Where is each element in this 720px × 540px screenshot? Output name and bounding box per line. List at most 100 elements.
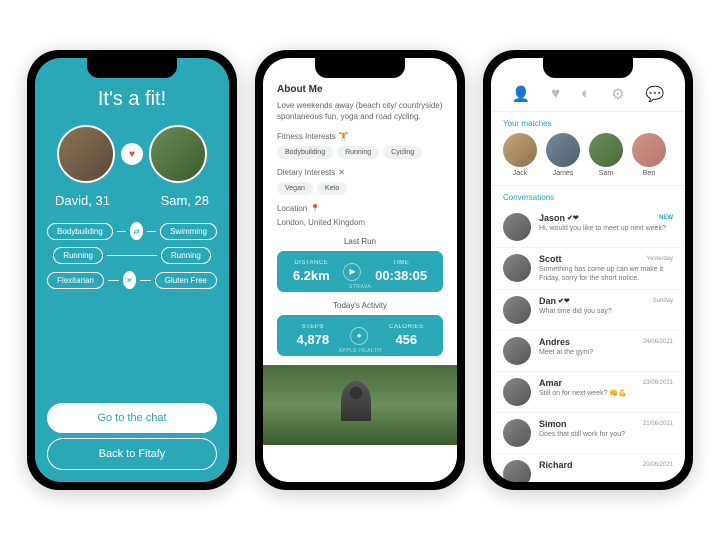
conversation-item[interactable]: Andres24/06/2021Meet at the gym? [491,331,685,372]
conversation-name: Amar [539,378,562,388]
pin-icon: 📍 [310,204,320,213]
location-heading: Location📍 [277,204,443,213]
conversation-preview: Meet at the gym? [539,348,673,357]
match-item[interactable]: Jack [503,133,537,177]
conversation-time: 23/06/2021 [643,380,673,386]
location-text: London, United Kingdom [277,218,443,227]
chip: Running [337,146,379,159]
source-label: STRAVA [349,284,371,290]
avatar-user2[interactable] [149,125,207,183]
today-card: STEPS4,878 ● CALORIES456 APPLE HEALTH [277,315,443,356]
nav-bar: 👤 ♥ ◐ ⚙ 💬 [491,82,685,112]
chat-icon[interactable]: 💬 [646,85,665,103]
trait-row: Running Running [47,247,217,264]
notch [543,58,633,78]
conversation-item[interactable]: Jason ✔❤NEWHi, would you like to meet up… [491,207,685,248]
conversation-avatar [503,254,531,282]
match-title: It's a fit! [98,88,166,111]
notch [87,58,177,78]
heart-icon[interactable]: ♥ [551,85,560,103]
diet-heading: Dietary Interests✕ [277,168,443,177]
conversation-time: 20/06/2021 [643,462,673,468]
time-value: 00:38:05 [375,268,427,283]
notch [315,58,405,78]
conversation-item[interactable]: Amar 23/06/2021 Still on for next week? 👊💪 [491,372,685,413]
match-names: David, 31 Sam, 28 [47,193,217,208]
conversations-list[interactable]: Jason ✔❤NEWHi, would you like to meet up… [491,207,685,482]
verified-badge-icon: ✔❤ [567,214,579,222]
last-run-heading: Last Run [277,237,443,246]
logo-icon[interactable]: ◐ [581,85,590,103]
match-avatar [503,133,537,167]
diet-chips: Vegan Keto [277,182,443,195]
time-label: TIME [375,260,427,266]
source-label: APPLE HEALTH [339,348,382,354]
conversation-preview: Something has come up can we make it Fri… [539,265,673,283]
conversation-avatar [503,419,531,447]
chats-screen: 👤 ♥ ◐ ⚙ 💬 Your matches Jack James Sam Be… [491,58,685,482]
conversation-item[interactable]: Dan ✔❤ Sunday What time did you say? [491,290,685,331]
conversation-time: Yesterday [647,256,673,262]
trait-row: Bodybuilding ⇄ Swimming [47,222,217,240]
user2-name: Sam, 28 [161,193,209,208]
phone-profile: About Me Love weekends away (beach city/… [255,50,465,490]
profile-screen[interactable]: About Me Love weekends away (beach city/… [263,58,457,482]
conversation-avatar [503,213,531,241]
run-icon: ▶ [343,263,361,281]
conversation-item[interactable]: Richard 20/06/2021 [491,454,685,482]
heart-icon: ♥ [121,143,143,165]
steps-label: STEPS [297,324,330,330]
diet-icon: ✕ [123,271,137,289]
trait-pill: Flexitarian [47,272,104,289]
today-heading: Today's Activity [277,301,443,310]
settings-icon[interactable]: ⚙ [611,85,624,103]
match-avatar [632,133,666,167]
conversation-item[interactable]: Simon21/06/2021Does that still work for … [491,413,685,454]
verified-badge-icon: ✔❤ [558,297,570,305]
match-name: Ben [643,170,655,177]
match-avatar [546,133,580,167]
conversation-avatar [503,378,531,406]
match-name: Jack [513,170,527,177]
conversation-item[interactable]: Scott Yesterday Something has come up can … [491,248,685,290]
profile-icon[interactable]: 👤 [512,85,531,103]
conversation-name: Jason ✔❤ [539,213,579,223]
match-item[interactable]: Sam [589,133,623,177]
trait-row: Flexitarian ✕ Gluten Free [47,271,217,289]
conversation-avatar [503,337,531,365]
conversation-preview: Still on for next week? 👊💪 [539,389,673,398]
conversation-name: Scott [539,254,562,264]
conversation-name: Dan ✔❤ [539,296,570,306]
avatar-user1[interactable] [57,125,115,183]
trait-pill: Swimming [160,223,217,240]
matches-heading: Your matches [491,112,685,133]
conversation-preview: Hi, would you like to meet up next week? [539,224,673,233]
about-heading: About Me [277,84,443,95]
conversation-preview: What time did you say? [539,307,673,316]
match-name: Sam [599,170,613,177]
utensils-icon: ✕ [338,168,345,177]
back-button[interactable]: Back to Fitafy [47,438,217,470]
match-avatar [589,133,623,167]
conversation-time: 21/06/2021 [643,421,673,427]
match-name: James [553,170,574,177]
trait-pill: Bodybuilding [47,223,113,240]
last-run-card: DISTANCE6.2km ▶ TIME00:38:05 STRAVA [277,251,443,292]
conversations-heading: Conversations [491,186,685,207]
conversation-name: Richard [539,460,573,470]
matches-row[interactable]: Jack James Sam Ben [491,133,685,186]
trait-pill: Running [161,247,211,264]
conversation-avatar [503,460,531,482]
user1-name: David, 31 [55,193,110,208]
dumbbell-icon: 🏋 [339,132,349,141]
conversation-name: Simon [539,419,567,429]
fitness-chips: Bodybuilding Running Cycling [277,146,443,159]
trait-pill: Gluten Free [155,272,217,289]
match-item[interactable]: Ben [632,133,666,177]
go-to-chat-button[interactable]: Go to the chat [47,403,217,433]
match-screen: It's a fit! ♥ David, 31 Sam, 28 Bodybuil… [35,58,229,482]
conversation-time: Sunday [653,298,673,304]
match-item[interactable]: James [546,133,580,177]
phone-match: It's a fit! ♥ David, 31 Sam, 28 Bodybuil… [27,50,237,490]
conversation-name: Andres [539,337,570,347]
